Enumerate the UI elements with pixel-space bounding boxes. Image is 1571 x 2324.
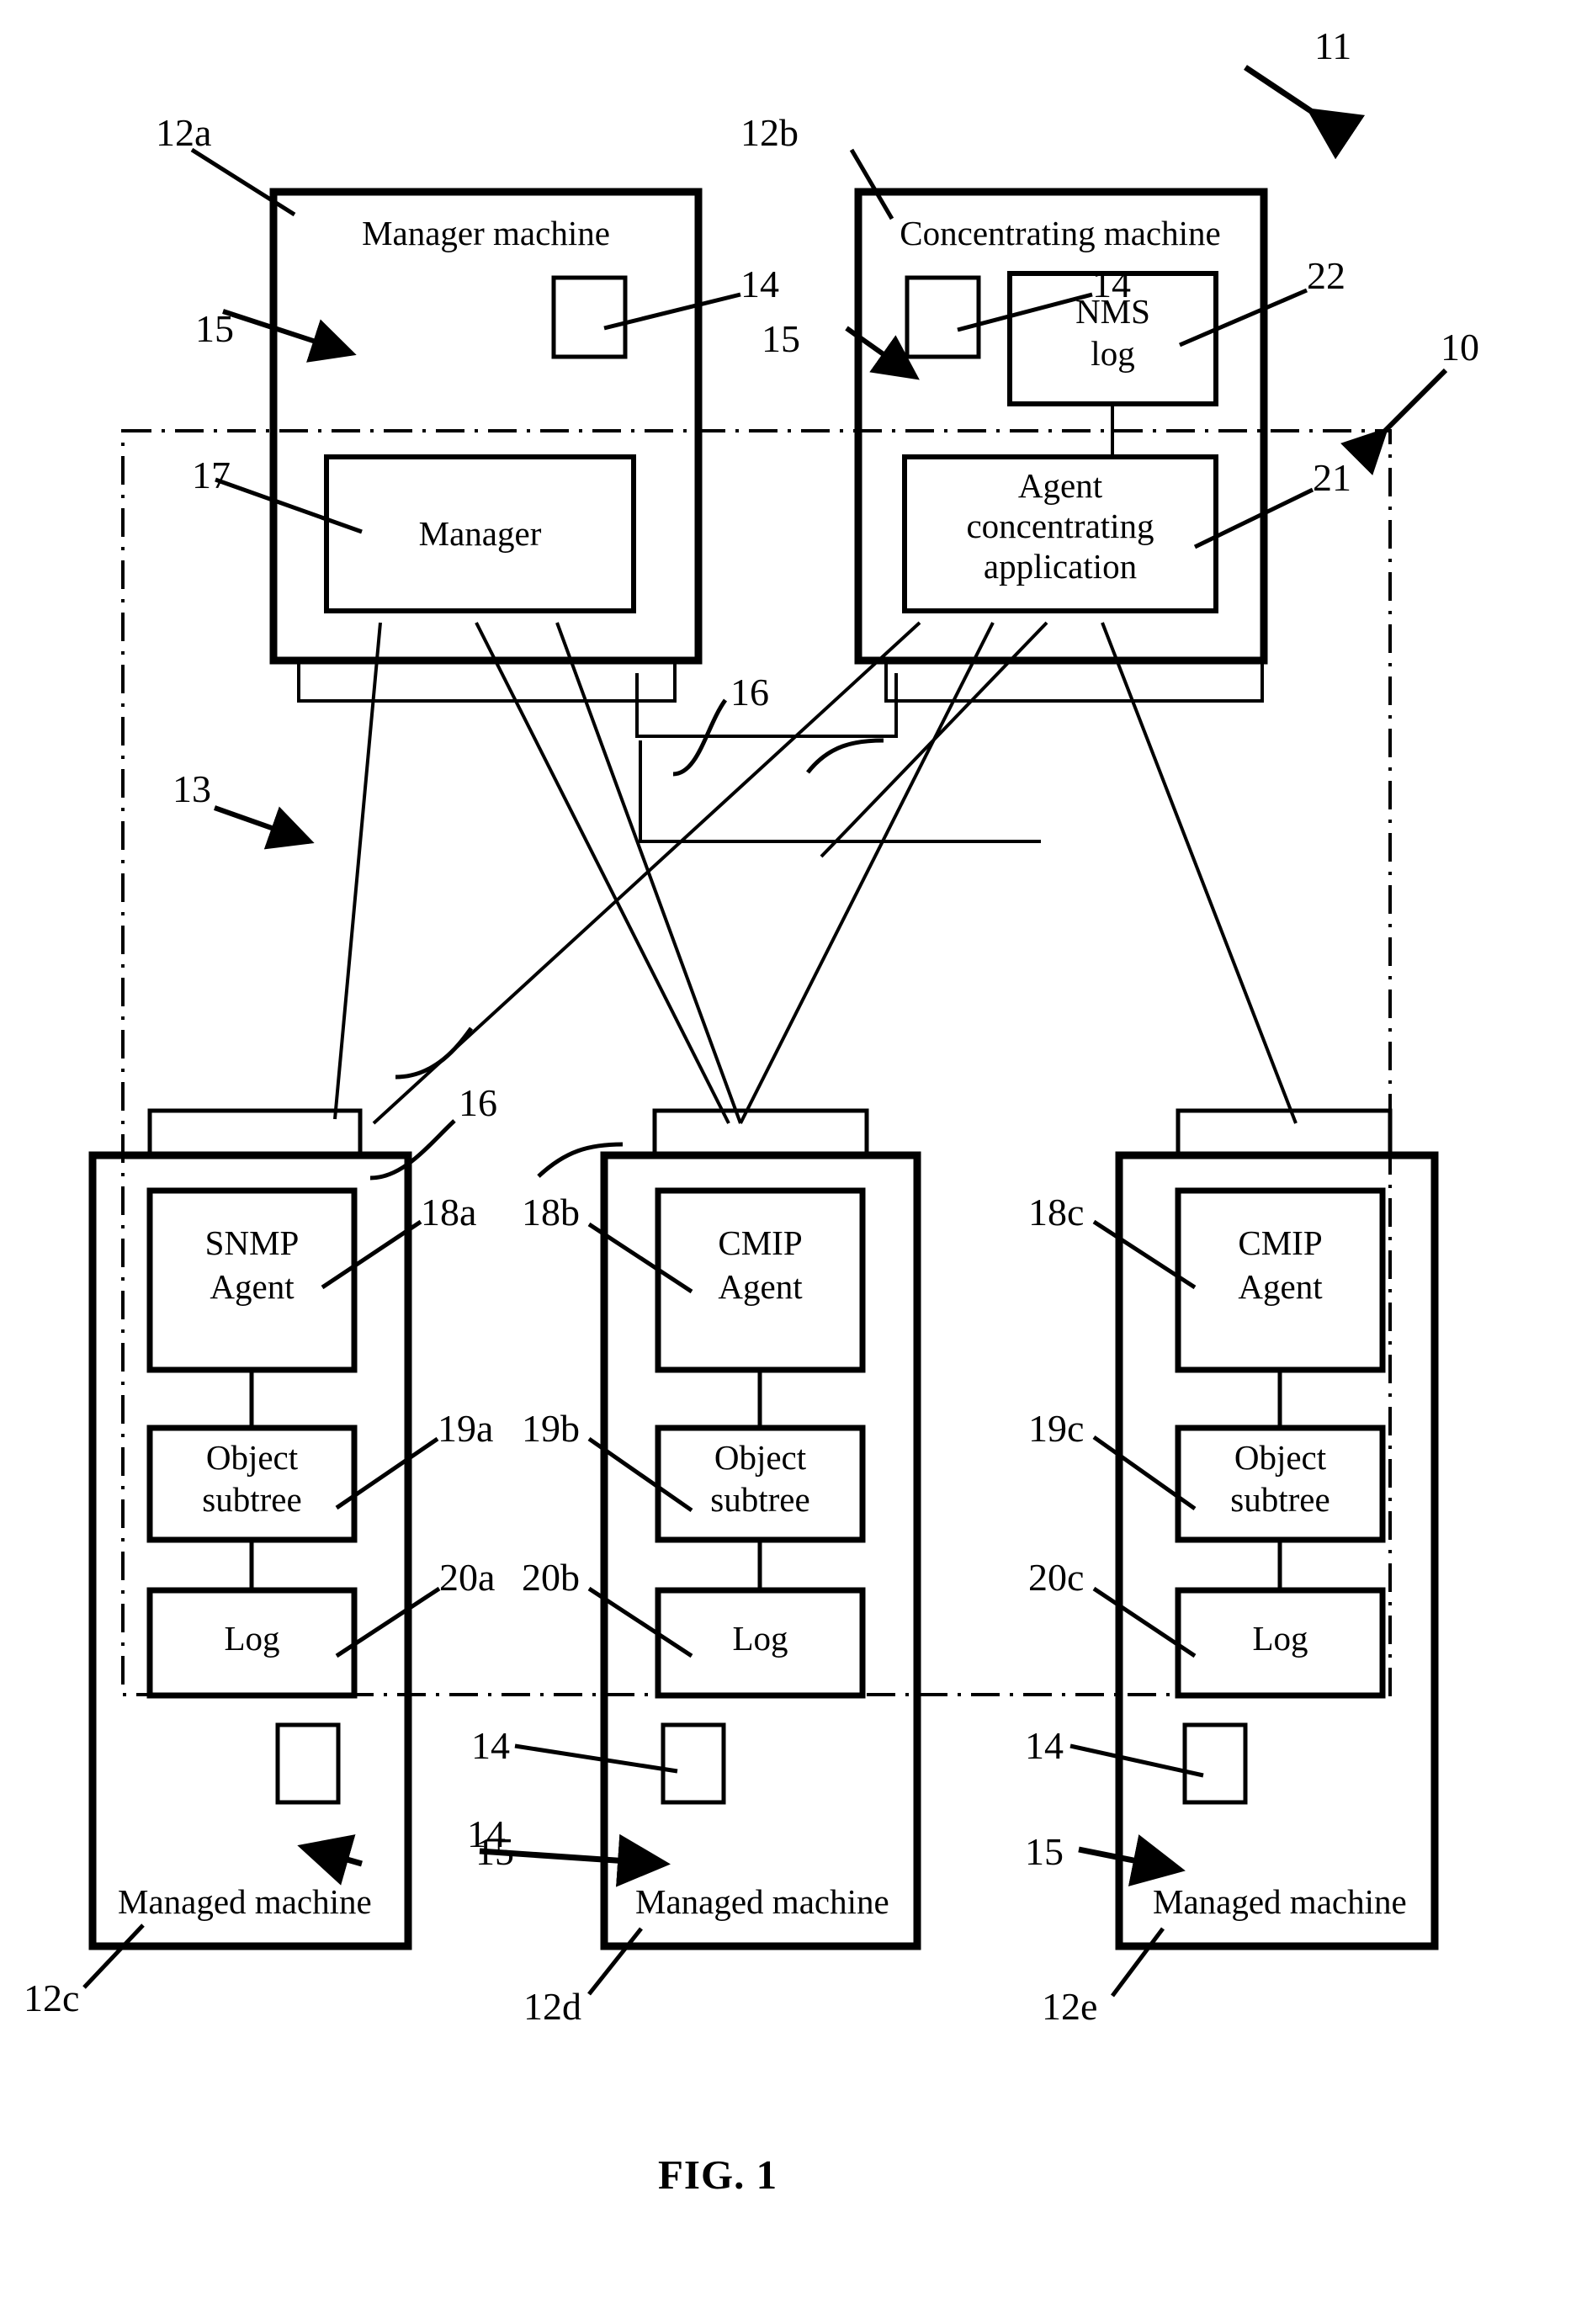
network-ref-arrow [213, 805, 315, 850]
ref-label-19c: 19c [1028, 1407, 1085, 1450]
managed-machine-12c-interface-box [275, 1722, 341, 1805]
network-stub-leaders [369, 698, 884, 1181]
ref-label-15-12e: 15 [1025, 1830, 1064, 1873]
object-subtree-label-12c-line2: subtree [202, 1480, 302, 1519]
agent-label-12c-line2: Agent [210, 1267, 295, 1306]
ref-label-16-top: 16 [730, 671, 769, 714]
concentrating-machine-network-stub [884, 659, 1264, 703]
system-ref-arrow [1244, 65, 1366, 160]
manager-component-label: Manager [418, 514, 542, 553]
managed-machine-12e-interface-box [1182, 1722, 1248, 1805]
ref-label-20c: 20c [1028, 1556, 1085, 1599]
ref-label-12b: 12b [740, 111, 799, 154]
ref-label-11: 11 [1314, 24, 1352, 67]
nms-log-label-line2: log [1091, 334, 1135, 373]
concentrating-machine-interface-box [905, 275, 981, 359]
manager-machine-network-stub [297, 659, 677, 703]
agent-label-12c-line1: SNMP [204, 1223, 300, 1262]
ref-label-10: 10 [1441, 326, 1479, 369]
ref-label-12a: 12a [156, 111, 212, 154]
managed-machine-12e-network-stub [1176, 1108, 1393, 1158]
ref-label-15-manager: 15 [195, 307, 234, 350]
agent-concentrating-label-line2: concentrating [966, 507, 1154, 545]
agent-label-12d-line2: Agent [718, 1267, 803, 1306]
ref-label-12e: 12e [1042, 1985, 1098, 2028]
log-label-12e: Log [1252, 1619, 1308, 1658]
network-bus-lines [333, 621, 1298, 1125]
managed-machine-12d-interface-box [661, 1722, 726, 1805]
managed-machine-12e-title: Managed machine [1153, 1882, 1407, 1921]
object-subtree-label-12e-line2: subtree [1230, 1480, 1330, 1519]
object-subtree-label-12d-line2: subtree [710, 1480, 810, 1519]
managed-machine-12c-network-stub [147, 1108, 363, 1158]
agent-label-12d-line1: CMIP [718, 1223, 803, 1262]
ref-label-22: 22 [1307, 254, 1345, 297]
managed-machine-12d-network-stub [652, 1108, 869, 1158]
log-label-12d: Log [732, 1619, 788, 1658]
ref-label-18b: 18b [522, 1191, 580, 1234]
object-subtree-label-12c-line1: Object [205, 1438, 299, 1477]
agent-label-12e-line1: CMIP [1238, 1223, 1323, 1262]
agent-label-12e-line2: Agent [1238, 1267, 1323, 1306]
ref-label-12c: 12c [24, 1976, 80, 2019]
ref-label-18c: 18c [1028, 1191, 1085, 1234]
patent-figure-1: 11 10 13 12a Manager machine 14 15 17 Ma… [0, 0, 1571, 2324]
ref-label-14-12e: 14 [1025, 1724, 1064, 1767]
manager-machine-arrow-15 [222, 309, 357, 363]
ref-label-15-12c: 15 [475, 1830, 514, 1873]
manager-machine-interface-box [551, 275, 628, 359]
ref-label-19a: 19a [438, 1407, 494, 1450]
manager-machine-title: Manager machine [362, 214, 610, 252]
log-label-12c: Log [224, 1619, 280, 1658]
ref-label-14-manager: 14 [740, 263, 779, 305]
ref-label-21: 21 [1313, 456, 1351, 499]
ref-label-20b: 20b [522, 1556, 580, 1599]
nms-log-label-line1: NMS [1075, 292, 1150, 331]
ref-label-17: 17 [192, 454, 231, 496]
ref-label-15-concentrating: 15 [762, 317, 800, 360]
object-subtree-label-12e-line1: Object [1234, 1438, 1327, 1477]
ref-label-14-12d: 14 [471, 1724, 510, 1767]
managed-machine-12d-title: Managed machine [635, 1882, 889, 1921]
ref-label-19b: 19b [522, 1407, 580, 1450]
ref-label-16-lower-left: 16 [459, 1081, 497, 1124]
agent-concentrating-label-line1: Agent [1017, 466, 1103, 505]
ref-label-20a: 20a [439, 1556, 496, 1599]
ref-label-18a: 18a [421, 1191, 477, 1234]
ref-label-13: 13 [172, 767, 211, 810]
ref-label-12d: 12d [523, 1985, 581, 2028]
concentrating-machine-title: Concentrating machine [900, 214, 1221, 252]
object-subtree-label-12d-line1: Object [714, 1438, 807, 1477]
managed-machine-12c-title: Managed machine [118, 1882, 372, 1921]
figure-caption: FIG. 1 [658, 2152, 778, 2198]
agent-concentrating-label-line3: application [983, 547, 1138, 586]
